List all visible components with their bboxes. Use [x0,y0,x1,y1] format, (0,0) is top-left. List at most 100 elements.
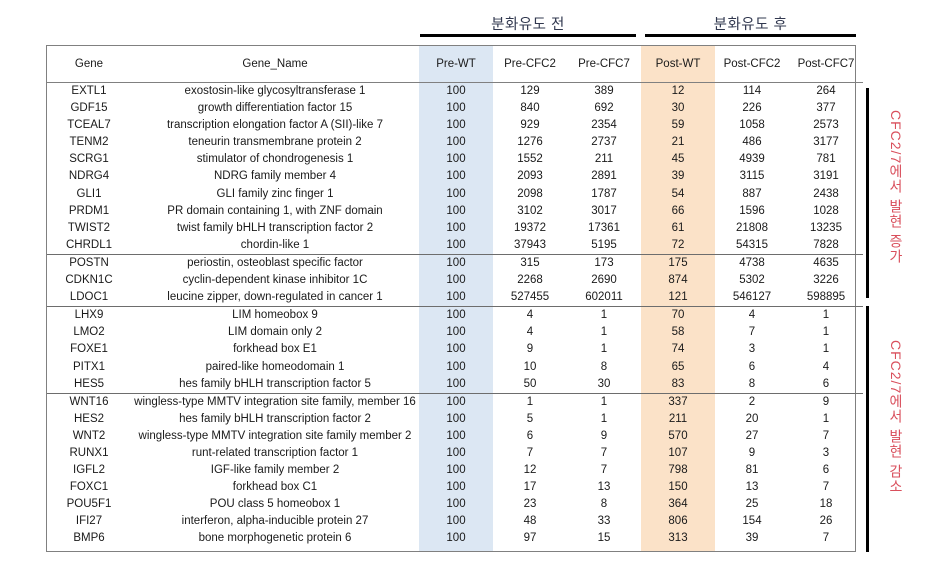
cell-value: 2438 [813,187,839,200]
cell-gene: NDRG4 [68,170,110,183]
cell-value: 100 [446,85,466,97]
cell-gene-name: periostin, osteoblast specific factor [187,256,363,269]
cell-value: 4738 [739,256,765,269]
table-row: LMO2 LIM domain only 2 100 4 1 58 7 1 [47,324,863,341]
cell-value: 806 [668,515,688,528]
cell-gene-name: twist family bHLH transcription factor 2 [176,221,374,234]
table-row: WNT2 wingless-type MMTV integration site … [47,428,863,445]
column-header-post-wt: Post-WT [641,46,715,83]
cell-value: 100 [446,343,466,356]
cell-value: 83 [641,375,715,394]
cell-value: 3102 [517,204,543,217]
table-row: TWIST2 twist family bHLH transcription fa… [47,220,863,237]
cell-value: 6 [748,360,756,373]
cell-value: 154 [742,515,762,528]
table-row: FOXC1 forkhead box C1 100 17 13 150 13 7 [47,479,863,496]
cell-value: 1058 [739,119,765,132]
cell-value: 598895 [789,289,863,308]
cell-value: 692 [594,102,614,115]
table-row: LDOC1 leucine zipper, down-regulated in c… [47,289,863,308]
cell-value: 150 [668,481,688,494]
cell-value: 313 [668,532,688,545]
cell-gene: CHRDL1 [47,236,131,255]
cell-value: 4 [526,309,534,322]
cell-value: 1787 [591,187,617,200]
cell-gene: POSTN [69,256,109,269]
cell-value: 58 [671,326,685,339]
cell-value: 1 [526,395,534,408]
cell-gene-name: PR domain containing 1, with ZNF domain [167,204,383,217]
cell-gene: TCEAL7 [67,119,111,132]
cell-value: 527455 [493,289,567,308]
cell-value: 13 [745,481,759,494]
cell-value: 8 [715,375,789,394]
cell-value: 100 [446,170,466,183]
cell-value: 9 [748,446,756,459]
cell-value: 4 [822,360,830,373]
cell-gene: BMP6 [73,532,105,545]
cell-gene: HES5 [47,375,131,394]
cell-value: 17 [523,481,537,494]
cell-value: 100 [446,446,466,459]
cell-value: 3177 [813,136,839,149]
cell-value: 1 [600,343,608,356]
cell-gene-name: paired-like homeodomain 1 [205,360,345,373]
table-row: RUNX1 runt-related transcription factor 1… [47,445,863,462]
table-row: IFI27 interferon, alpha-inducible protein… [47,513,863,530]
cell-value: 100 [419,289,493,308]
cell-value: 2098 [517,187,543,200]
cell-gene: IFI27 [75,515,103,528]
cell-value: 4 [526,326,534,339]
table-row: FOXE1 forkhead box E1 100 9 1 74 3 1 [47,341,863,358]
cell-value: 20 [745,412,759,425]
cell-value: 33 [597,515,611,528]
cell-value: 1552 [517,153,543,166]
cell-value: 211 [668,412,688,425]
cell-value: 315 [520,256,540,269]
cell-value: 798 [668,464,688,477]
table-row: TENM2 teneurin transmembrane protein 2 100… [47,134,863,151]
cell-value: 226 [742,102,762,115]
cell-value: 2690 [591,274,617,287]
cell-gene: IGFL2 [73,464,105,477]
cell-value: 25 [745,498,759,511]
table-row: NDRG4 NDRG family member 4 100 2093 2891 39 31… [47,168,863,185]
cell-value: 100 [446,187,466,200]
table-row: BMP6 bone morphogenetic protein 6 100 97 15 3… [47,530,863,547]
table-row: GDF15 growth differentiation factor 15 100… [47,100,863,117]
cell-value: 100 [446,309,466,322]
cell-value: 30 [671,102,685,115]
cell-value: 2891 [591,170,617,183]
cell-value: 114 [742,85,762,97]
cell-value: 2093 [517,170,543,183]
cell-gene-name: cyclin-dependent kinase inhibitor 1C [182,274,368,287]
column-header-post-cfc7: Post-CFC7 [789,46,863,83]
cell-value: 54 [671,187,685,200]
cell-value: 7 [822,532,830,545]
table-row: PITX1 paired-like homeodomain 1 100 10 8 65 6 4 [47,359,863,376]
cell-value: 6 [789,375,863,394]
cell-gene-name: teneurin transmembrane protein 2 [188,136,362,149]
cell-gene-name: GLI family zinc finger 1 [216,187,334,200]
cell-value: 7 [748,326,756,339]
cell-value: 37943 [493,236,567,255]
table-header-row: Gene Gene_Name Pre-WT Pre-CFC2 Pre-CFC7 … [47,46,863,83]
side-label-upregulated: CFC2/7에서 발현 증가 [888,110,904,265]
cell-value: 5195 [567,236,641,255]
cell-value: 59 [671,119,685,132]
cell-value: 74 [671,343,685,356]
cell-value: 781 [816,153,836,166]
cell-value: 2354 [591,119,617,132]
cell-gene-name: chordin-like 1 [131,236,419,255]
bracket-upregulated [866,88,869,298]
cell-value: 1 [822,343,830,356]
gene-expression-table-frame: Gene Gene_Name Pre-WT Pre-CFC2 Pre-CFC7 … [46,45,863,552]
cell-value: 389 [594,85,614,97]
cell-value: 364 [668,498,688,511]
cell-gene: WNT16 [69,395,109,408]
table-body: EXTL1 exostosin-like glycosyltransferase … [47,83,863,548]
cell-value: 2573 [813,119,839,132]
cell-gene: CDKN1C [65,274,113,287]
cell-value: 1596 [739,204,765,217]
cell-value: 6 [526,429,534,442]
